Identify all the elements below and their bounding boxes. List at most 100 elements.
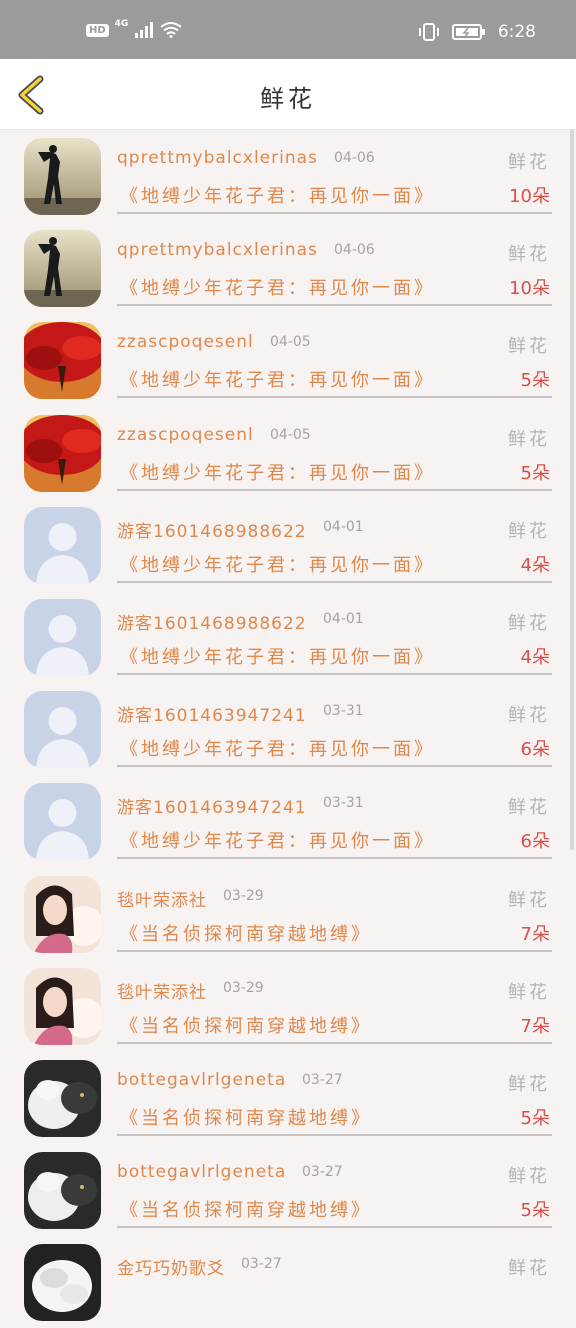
status-right: 6:28 xyxy=(418,22,536,42)
gift-count: 7朵 xyxy=(520,923,550,945)
user-name[interactable]: 游客1601463947241 xyxy=(117,701,307,726)
gift-date: 04-01 xyxy=(323,610,364,627)
gift-date: 03-29 xyxy=(223,887,264,904)
avatar[interactable] xyxy=(24,691,101,769)
gift-type: 鲜花 xyxy=(508,520,550,542)
list-item[interactable]: 毯叶荣添社 03-29 鲜花 《当名侦探柯南穿越地缚》 7朵 xyxy=(0,868,576,960)
list-item[interactable]: 金巧巧奶歌爻 03-27 鲜花 xyxy=(0,1236,576,1328)
gift-count: 5朵 xyxy=(520,1200,550,1222)
gift-type: 鲜花 xyxy=(508,1073,550,1095)
user-name[interactable]: 毯叶荣添社 xyxy=(117,886,207,911)
divider xyxy=(117,1041,552,1044)
signal-icon xyxy=(135,22,154,38)
avatar[interactable] xyxy=(24,506,101,584)
gift-count: 10朵 xyxy=(509,278,550,300)
gift-count: 7朵 xyxy=(520,1015,550,1037)
gift-type: 鲜花 xyxy=(508,1166,550,1188)
work-title[interactable]: 《当名侦探柯南穿越地缚》 xyxy=(120,920,372,946)
gift-type: 鲜花 xyxy=(508,152,550,173)
divider xyxy=(117,765,552,768)
list-item[interactable]: zzascpoqesenl 04-05 鲜花 《地缚少年花子君：再见你一面》 5朵 xyxy=(0,407,576,499)
gift-count: 4朵 xyxy=(520,554,550,576)
flower-list: qprettmybalcxlerinas 04-06 鲜花 《地缚少年花子君：再见你一… xyxy=(0,130,576,1328)
gift-count: 5朵 xyxy=(520,370,550,392)
work-title[interactable]: 《地缚少年花子君：再见你一面》 xyxy=(120,735,435,761)
work-title[interactable]: 《当名侦探柯南穿越地缚》 xyxy=(120,1104,372,1130)
hd-badge: HD xyxy=(86,23,109,37)
avatar[interactable] xyxy=(24,230,101,308)
gift-date: 03-27 xyxy=(241,1256,282,1273)
user-name[interactable]: bottegavlrlgeneta xyxy=(117,1070,286,1090)
header: 鲜花 xyxy=(0,59,576,130)
gift-date: 04-06 xyxy=(334,242,375,259)
user-name[interactable]: qprettmybalcxlerinas xyxy=(117,240,318,260)
avatar[interactable] xyxy=(24,598,101,676)
avatar[interactable] xyxy=(24,783,101,861)
gift-date: 03-27 xyxy=(302,1071,343,1088)
gift-type: 鲜花 xyxy=(508,244,550,266)
gift-date: 04-01 xyxy=(323,518,364,535)
network-type: 4G xyxy=(114,19,129,29)
status-left: HD 4G xyxy=(86,19,182,38)
divider xyxy=(117,1226,552,1229)
work-title[interactable]: 《地缚少年花子君：再见你一面》 xyxy=(120,827,435,853)
user-name[interactable]: 游客1601468988622 xyxy=(117,609,307,634)
avatar[interactable] xyxy=(24,967,101,1045)
gift-count: 6朵 xyxy=(520,739,550,761)
scrollbar[interactable] xyxy=(570,130,574,850)
user-name[interactable]: 游客1601468988622 xyxy=(117,517,307,542)
divider xyxy=(117,304,552,307)
gift-date: 03-27 xyxy=(302,1164,343,1181)
gift-date: 04-05 xyxy=(270,426,311,443)
user-name[interactable]: qprettmybalcxlerinas xyxy=(117,148,318,168)
gift-count: 10朵 xyxy=(509,186,550,207)
divider xyxy=(117,488,552,491)
gift-date: 03-29 xyxy=(223,979,264,996)
status-bar: HD 4G 6:28 xyxy=(0,0,576,59)
gift-date: 03-31 xyxy=(323,703,364,720)
list-item[interactable]: 毯叶荣添社 03-29 鲜花 《当名侦探柯南穿越地缚》 7朵 xyxy=(0,960,576,1052)
work-title[interactable]: 《当名侦探柯南穿越地缚》 xyxy=(120,1196,372,1222)
user-name[interactable]: zzascpoqesenl xyxy=(117,332,254,352)
list-item[interactable]: 游客1601468988622 04-01 鲜花 《地缚少年花子君：再见你一面》 4朵 xyxy=(0,591,576,683)
work-title[interactable]: 《地缚少年花子君：再见你一面》 xyxy=(120,182,435,208)
work-title[interactable]: 《地缚少年花子君：再见你一面》 xyxy=(120,274,435,300)
list-item[interactable]: bottegavlrlgeneta 03-27 鲜花《当名侦探柯南穿越地缚》 5朵 xyxy=(0,1144,576,1236)
battery-icon xyxy=(451,24,485,40)
user-name[interactable]: 金巧巧奶歌爻 xyxy=(117,1254,225,1279)
gift-count: 4朵 xyxy=(520,646,550,668)
wifi-icon xyxy=(160,22,182,38)
list-item[interactable]: bottegavlrlgeneta 03-27 鲜花《当名侦探柯南穿越地缚》 5朵 xyxy=(0,1052,576,1144)
avatar[interactable] xyxy=(24,138,101,215)
divider xyxy=(117,396,552,399)
avatar[interactable] xyxy=(24,1059,101,1137)
work-title[interactable]: 《地缚少年花子君：再见你一面》 xyxy=(120,551,435,577)
list-item[interactable]: 游客1601463947241 03-31 鲜花《地缚少年花子君：再见你一面》 6朵 xyxy=(0,683,576,775)
list-item[interactable]: qprettmybalcxlerinas 04-06 鲜花《地缚少年花子君：再见你一… xyxy=(0,222,576,314)
list-item[interactable]: qprettmybalcxlerinas 04-06 鲜花 《地缚少年花子君：再见你一… xyxy=(0,130,576,222)
gift-type: 鲜花 xyxy=(508,1258,550,1280)
user-name[interactable]: 游客1601463947241 xyxy=(117,793,307,818)
user-name[interactable]: 毯叶荣添社 xyxy=(117,978,207,1003)
avatar[interactable] xyxy=(24,322,101,400)
divider xyxy=(117,672,552,675)
divider xyxy=(117,580,552,583)
avatar[interactable] xyxy=(24,875,101,953)
gift-type: 鲜花 xyxy=(508,705,550,727)
avatar[interactable] xyxy=(24,1152,101,1230)
work-title[interactable]: 《地缚少年花子君：再见你一面》 xyxy=(120,366,435,392)
gift-type: 鲜花 xyxy=(508,336,550,358)
user-name[interactable]: zzascpoqesenl xyxy=(117,425,254,445)
work-title[interactable]: 《当名侦探柯南穿越地缚》 xyxy=(120,1012,372,1038)
work-title[interactable]: 《地缚少年花子君：再见你一面》 xyxy=(120,459,435,485)
user-name[interactable]: bottegavlrlgeneta xyxy=(117,1162,286,1182)
work-title[interactable]: 《地缚少年花子君：再见你一面》 xyxy=(120,643,435,669)
gift-type: 鲜花 xyxy=(508,428,550,450)
avatar[interactable] xyxy=(24,1244,101,1322)
gift-count: 5朵 xyxy=(520,1107,550,1129)
list-item[interactable]: 游客1601468988622 04-01 鲜花《地缚少年花子君：再见你一面》 4朵 xyxy=(0,499,576,591)
avatar[interactable] xyxy=(24,414,101,492)
gift-type: 鲜花 xyxy=(508,797,550,819)
list-item[interactable]: zzascpoqesenl 04-05 鲜花 《地缚少年花子君：再见你一面》 5朵 xyxy=(0,314,576,406)
list-item[interactable]: 游客1601463947241 03-31 鲜花 《地缚少年花子君：再见你一面》 6朵 xyxy=(0,775,576,867)
